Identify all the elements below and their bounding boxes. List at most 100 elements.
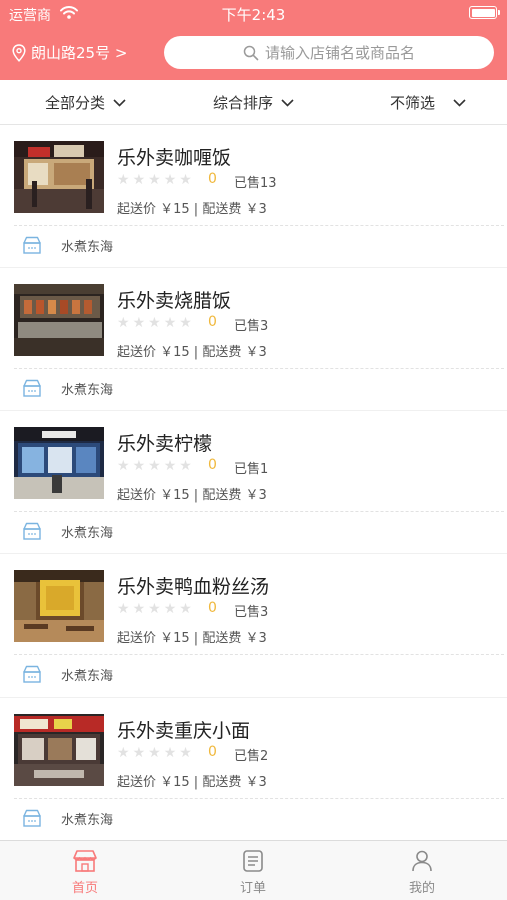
- tab-mine[interactable]: 我的: [382, 849, 462, 896]
- shop-tag-icon: [23, 522, 41, 540]
- status-time: 下午2:43: [221, 6, 286, 24]
- filter-sort-label: 综合排序: [213, 94, 274, 112]
- shop-tag-icon: [23, 665, 41, 683]
- delivery-fees: 起送价 ￥15 | 配送费 ￥3: [117, 631, 267, 646]
- rating-stars: ★ ★ ★ ★ ★: [117, 316, 192, 330]
- rating-stars: ★ ★ ★ ★ ★: [117, 459, 192, 473]
- star-icon: ★: [148, 458, 161, 474]
- shop-tag-icon: [23, 236, 41, 254]
- order-list-icon: [243, 850, 263, 872]
- rating-stars: ★ ★ ★ ★ ★: [117, 746, 192, 760]
- delivery-fees: 起送价 ￥15 | 配送费 ￥3: [117, 345, 267, 360]
- dashed-divider: [14, 798, 504, 799]
- star-icon: ★: [148, 601, 161, 617]
- tab-orders[interactable]: 订单: [213, 849, 293, 896]
- star-icon: ★: [179, 172, 192, 188]
- star-icon: ★: [117, 745, 130, 761]
- store-icon: [73, 850, 97, 872]
- location-pin-icon: [12, 43, 26, 62]
- star-icon: ★: [179, 315, 192, 331]
- sold-count: 已售1: [234, 462, 269, 477]
- filter-bar: 全部分类 综合排序 不筛选: [0, 80, 507, 125]
- shop-tag-label: 水煮东海: [61, 240, 114, 255]
- tab-home-label: 首页: [71, 881, 98, 896]
- shop-tag-icon: [23, 809, 41, 827]
- star-icon: ★: [148, 745, 161, 761]
- shop-name: 乐外卖鸭血粉丝汤: [117, 576, 270, 598]
- shop-name: 乐外卖柠檬: [117, 433, 213, 455]
- shop-tag-label: 水煮东海: [61, 383, 114, 398]
- star-icon: ★: [117, 315, 130, 331]
- delivery-fees: 起送价 ￥15 | 配送费 ￥3: [117, 775, 267, 790]
- star-icon: ★: [179, 745, 192, 761]
- star-icon: ★: [148, 172, 161, 188]
- dashed-divider: [14, 225, 504, 226]
- tab-orders-label: 订单: [239, 881, 266, 896]
- rating-stars: ★ ★ ★ ★ ★: [117, 173, 192, 187]
- star-icon: ★: [148, 315, 161, 331]
- delivery-fees: 起送价 ￥15 | 配送费 ￥3: [117, 488, 267, 503]
- filter-screen-label: 不筛选: [390, 94, 436, 112]
- bottom-tab-bar: 首页 订单 我的: [0, 840, 507, 900]
- tab-home[interactable]: 首页: [45, 849, 125, 896]
- battery-icon: [469, 6, 500, 19]
- star-icon: ★: [163, 315, 177, 331]
- shop-photo: [14, 284, 104, 356]
- search-icon: [243, 45, 259, 60]
- shop-photo: [14, 570, 104, 642]
- shop-tag-icon: [23, 379, 41, 397]
- rating-score: 0: [208, 600, 217, 616]
- delivery-fees: 起送价 ￥15 | 配送费 ￥3: [117, 202, 267, 217]
- star-icon: ★: [117, 172, 130, 188]
- filter-category-label: 全部分类: [45, 94, 106, 112]
- shop-name: 乐外卖重庆小面: [117, 720, 251, 742]
- dashed-divider: [14, 368, 504, 369]
- filter-category[interactable]: 全部分类: [45, 92, 126, 113]
- sold-count: 已售3: [234, 319, 269, 334]
- location-selector[interactable]: 朗山路25号 >: [12, 42, 127, 63]
- star-icon: ★: [163, 745, 177, 761]
- shop-item[interactable]: 乐外卖咖喱饭 ★ ★ ★ ★ ★ 0 已售13 起送价 ￥15 | 配送费 ￥3 水煮东…: [0, 125, 507, 268]
- shop-tag-label: 水煮东海: [61, 669, 114, 684]
- status-bar: 运营商 下午2:43: [0, 0, 507, 26]
- star-icon: ★: [117, 601, 130, 617]
- rating-score: 0: [208, 744, 217, 760]
- shop-photo: [14, 427, 104, 499]
- filter-screen[interactable]: 不筛选: [390, 92, 466, 113]
- location-label: 朗山路25号 >: [31, 44, 128, 62]
- shop-item[interactable]: 乐外卖烧腊饭 ★ ★ ★ ★ ★ 0 已售3 起送价 ￥15 | 配送费 ￥3 水煮东海: [0, 268, 507, 411]
- shop-tag-label: 水煮东海: [61, 526, 114, 541]
- star-icon: ★: [132, 745, 146, 761]
- search-input[interactable]: 请输入店铺名或商品名: [164, 36, 494, 69]
- shop-photo: [14, 714, 104, 786]
- sold-count: 已售13: [234, 176, 277, 191]
- shop-name: 乐外卖烧腊饭: [117, 290, 232, 312]
- rating-score: 0: [208, 457, 217, 473]
- filter-sort[interactable]: 综合排序: [213, 92, 294, 113]
- shop-item[interactable]: 乐外卖鸭血粉丝汤 ★ ★ ★ ★ ★ 0 已售3 起送价 ￥15 | 配送费 ￥3 水煮…: [0, 554, 507, 697]
- chevron-down-icon: [113, 98, 126, 107]
- search-placeholder: 请输入店铺名或商品名: [264, 44, 415, 62]
- shop-item[interactable]: 乐外卖重庆小面 ★ ★ ★ ★ ★ 0 已售2 起送价 ￥15 | 配送费 ￥3 水煮东…: [0, 698, 507, 841]
- dashed-divider: [14, 511, 504, 512]
- chevron-down-icon: [281, 98, 294, 107]
- star-icon: ★: [163, 458, 177, 474]
- star-icon: ★: [179, 458, 192, 474]
- star-icon: ★: [179, 601, 192, 617]
- star-icon: ★: [132, 458, 146, 474]
- rating-score: 0: [208, 171, 217, 187]
- shop-tag-label: 水煮东海: [61, 813, 114, 828]
- sold-count: 已售3: [234, 605, 269, 620]
- star-icon: ★: [132, 601, 146, 617]
- star-icon: ★: [117, 458, 130, 474]
- top-header: 运营商 下午2:43 朗山路25号 > 请输入店铺名或商品名: [0, 0, 507, 80]
- shop-item[interactable]: 乐外卖柠檬 ★ ★ ★ ★ ★ 0 已售1 起送价 ￥15 | 配送费 ￥3 水煮东海: [0, 411, 507, 554]
- dashed-divider: [14, 654, 504, 655]
- tab-mine-label: 我的: [408, 881, 435, 896]
- star-icon: ★: [163, 601, 177, 617]
- rating-score: 0: [208, 314, 217, 330]
- sold-count: 已售2: [234, 749, 269, 764]
- user-icon: [412, 850, 432, 872]
- rating-stars: ★ ★ ★ ★ ★: [117, 602, 192, 616]
- star-icon: ★: [163, 172, 177, 188]
